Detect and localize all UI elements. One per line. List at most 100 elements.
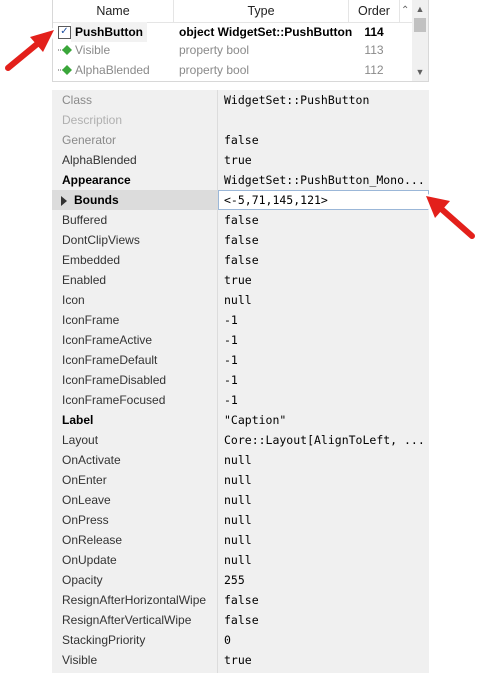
property-value[interactable]: null: [224, 510, 252, 530]
column-header-name[interactable]: Name: [53, 0, 174, 22]
expand-triangle-icon[interactable]: [61, 196, 67, 206]
property-name: Generator: [62, 133, 117, 147]
property-row-onactivate[interactable]: OnActivate null: [52, 450, 429, 470]
member-row-visible[interactable]: Visible property bool 113: [53, 40, 412, 60]
property-value[interactable]: false: [224, 210, 259, 230]
property-row-bounds[interactable]: Bounds <-5,71,145,121>: [52, 190, 429, 210]
property-name: Bounds: [74, 193, 119, 207]
property-row-stackingpriority[interactable]: StackingPriority 0: [52, 630, 429, 650]
property-name: IconFrameFocused: [62, 393, 166, 407]
property-value[interactable]: null: [224, 290, 252, 310]
property-name: OnRelease: [62, 533, 123, 547]
property-value[interactable]: false: [224, 590, 259, 610]
property-name: IconFrameDefault: [62, 353, 158, 367]
property-row-icon[interactable]: Icon null: [52, 290, 429, 310]
property-name: Label: [62, 413, 94, 427]
property-name: OnEnter: [62, 473, 107, 487]
property-row-buffered[interactable]: Buffered false: [52, 210, 429, 230]
property-value[interactable]: 255: [224, 570, 245, 590]
property-name: Visible: [62, 653, 98, 667]
property-value[interactable]: null: [224, 530, 252, 550]
member-name: Visible: [75, 43, 111, 57]
property-row-iconframedisabled[interactable]: IconFrameDisabled -1: [52, 370, 429, 390]
column-header-type[interactable]: Type: [174, 0, 349, 22]
property-name: Layout: [62, 433, 99, 447]
property-row-iconframedefault[interactable]: IconFrameDefault -1: [52, 350, 429, 370]
scroll-thumb[interactable]: [414, 18, 426, 32]
property-value[interactable]: Core::Layout[AlignToLeft, ...: [224, 430, 425, 450]
property-row-iconframe[interactable]: IconFrame -1: [52, 310, 429, 330]
property-row-onpress[interactable]: OnPress null: [52, 510, 429, 530]
property-row-resignafterverticalwipe[interactable]: ResignAfterVerticalWipe false: [52, 610, 429, 630]
property-row-label[interactable]: Label "Caption": [52, 410, 429, 430]
property-diamond-icon: [58, 65, 72, 75]
property-row-embedded[interactable]: Embedded false: [52, 250, 429, 270]
property-name: OnLeave: [62, 493, 111, 507]
property-row-iconframefocused[interactable]: IconFrameFocused -1: [52, 390, 429, 410]
property-grid[interactable]: Class WidgetSet::PushButton Description Gen…: [52, 90, 429, 673]
property-name: Buffered: [62, 213, 108, 227]
property-row-dontclipviews[interactable]: DontClipViews false: [52, 230, 429, 250]
property-name: OnUpdate: [62, 553, 117, 567]
property-row-layout[interactable]: Layout Core::Layout[AlignToLeft, ...: [52, 430, 429, 450]
property-value[interactable]: -1: [224, 390, 238, 410]
property-row-onleave[interactable]: OnLeave null: [52, 490, 429, 510]
property-value[interactable]: -1: [224, 370, 238, 390]
property-row-alphablended[interactable]: AlphaBlended true: [52, 150, 429, 170]
property-value[interactable]: WidgetSet::PushButton_Mono...: [224, 170, 425, 190]
property-row-visible[interactable]: Visible true: [52, 650, 429, 670]
red-arrow-icon: [424, 194, 478, 242]
property-name: IconFrame: [62, 313, 120, 327]
property-value[interactable]: true: [224, 270, 252, 290]
member-type: property bool: [179, 43, 250, 57]
property-value[interactable]: true: [224, 150, 252, 170]
property-row-onupdate[interactable]: OnUpdate null: [52, 550, 429, 570]
property-value[interactable]: <-5,71,145,121>: [224, 190, 328, 210]
property-row-onenter[interactable]: OnEnter null: [52, 470, 429, 490]
property-value[interactable]: false: [224, 250, 259, 270]
property-value[interactable]: -1: [224, 330, 238, 350]
property-name: OnPress: [62, 513, 109, 527]
column-header-order[interactable]: Order: [349, 0, 400, 22]
property-value[interactable]: null: [224, 450, 252, 470]
member-name: PushButton: [71, 22, 147, 42]
property-value[interactable]: -1: [224, 310, 238, 330]
property-value[interactable]: null: [224, 470, 252, 490]
property-value[interactable]: -1: [224, 350, 238, 370]
property-row-onrelease[interactable]: OnRelease null: [52, 530, 429, 550]
property-value[interactable]: false: [224, 610, 259, 630]
scroll-up-icon[interactable]: ▲: [412, 2, 428, 16]
property-row-resignafterhorizontalwipe[interactable]: ResignAfterHorizontalWipe false: [52, 590, 429, 610]
member-row-pushbutton[interactable]: ✓ PushButton object WidgetSet::PushButto…: [53, 22, 412, 42]
property-name: Icon: [62, 293, 85, 307]
scroll-down-icon[interactable]: ▼: [412, 65, 428, 79]
property-row-appearance[interactable]: Appearance WidgetSet::PushButton_Mono...: [52, 170, 429, 190]
property-row-opacity[interactable]: Opacity 255: [52, 570, 429, 590]
property-name: StackingPriority: [62, 633, 146, 647]
property-row-class[interactable]: Class WidgetSet::PushButton: [52, 90, 429, 110]
property-name: ResignAfterVerticalWipe: [62, 613, 192, 627]
member-type: object WidgetSet::PushButton: [179, 25, 353, 39]
vertical-scrollbar[interactable]: ▲ ▼: [412, 0, 428, 81]
member-row-alphablended[interactable]: AlphaBlended property bool 112: [53, 60, 412, 80]
property-value[interactable]: false: [224, 130, 259, 150]
property-name: IconFrameActive: [62, 333, 153, 347]
property-row-enabled[interactable]: Enabled true: [52, 270, 429, 290]
member-list[interactable]: Name Type Order ⌃ ✓ PushButton object Wi…: [52, 0, 429, 82]
checkbox-checked-icon[interactable]: ✓: [58, 26, 71, 39]
property-value[interactable]: false: [224, 230, 259, 250]
property-value[interactable]: null: [224, 490, 252, 510]
property-value[interactable]: true: [224, 650, 252, 670]
member-name: AlphaBlended: [75, 63, 150, 77]
property-value[interactable]: WidgetSet::PushButton: [224, 90, 369, 110]
member-type: property bool: [179, 63, 250, 77]
red-arrow-icon: [2, 28, 56, 74]
property-row-generator[interactable]: Generator false: [52, 130, 429, 150]
property-name: Embedded: [62, 253, 121, 267]
property-value[interactable]: "Caption": [224, 410, 286, 430]
property-value[interactable]: 0: [224, 630, 231, 650]
property-row-description[interactable]: Description: [52, 110, 429, 130]
property-value[interactable]: null: [224, 550, 252, 570]
property-row-iconframeactive[interactable]: IconFrameActive -1: [52, 330, 429, 350]
property-name: Class: [62, 93, 93, 107]
